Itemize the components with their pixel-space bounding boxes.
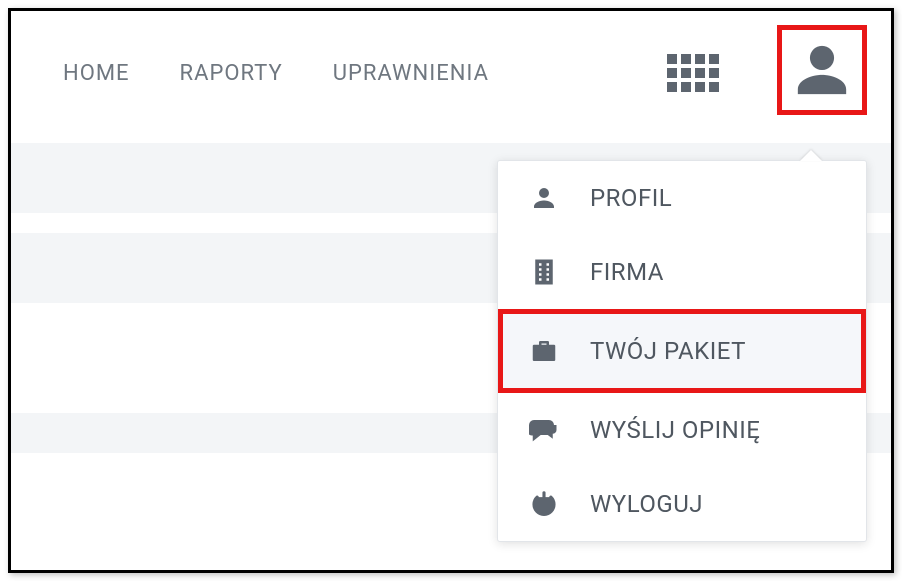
briefcase-icon <box>526 336 562 366</box>
menu-profile-label: PROFIL <box>590 184 672 212</box>
user-icon <box>793 41 851 99</box>
chat-icon <box>526 415 562 445</box>
app-frame: HOME RAPORTY UPRAWNIENIA <box>8 8 894 573</box>
user-dropdown: PROFIL FIRMA TWÓJ PAKIET WYŚLIJ OPINIĘ W… <box>497 160 867 542</box>
menu-logout-label: WYLOGUJ <box>590 490 703 518</box>
nav-reports-label: RAPORTY <box>180 61 283 86</box>
power-icon <box>526 489 562 519</box>
nav-reports[interactable]: RAPORTY <box>168 56 283 91</box>
menu-profile[interactable]: PROFIL <box>498 161 866 235</box>
menu-feedback-label: WYŚLIJ OPINIĘ <box>590 416 760 444</box>
menu-logout[interactable]: WYLOGUJ <box>498 467 866 541</box>
menu-company-label: FIRMA <box>590 258 664 286</box>
menu-feedback[interactable]: WYŚLIJ OPINIĘ <box>498 393 866 467</box>
topbar: HOME RAPORTY UPRAWNIENIA <box>11 11 891 133</box>
building-icon <box>526 257 562 287</box>
menu-package-label: TWÓJ PAKIET <box>590 337 746 365</box>
user-small-icon <box>526 183 562 213</box>
nav-permissions-label: UPRAWNIENIA <box>333 61 489 86</box>
user-menu-button[interactable] <box>777 25 867 115</box>
nav-home-label: HOME <box>63 61 130 86</box>
menu-company[interactable]: FIRMA <box>498 235 866 309</box>
nav-home[interactable]: HOME <box>51 56 130 91</box>
nav-permissions[interactable]: UPRAWNIENIA <box>321 56 489 91</box>
menu-package[interactable]: TWÓJ PAKIET <box>498 309 866 393</box>
apps-grid-button[interactable] <box>667 54 719 92</box>
